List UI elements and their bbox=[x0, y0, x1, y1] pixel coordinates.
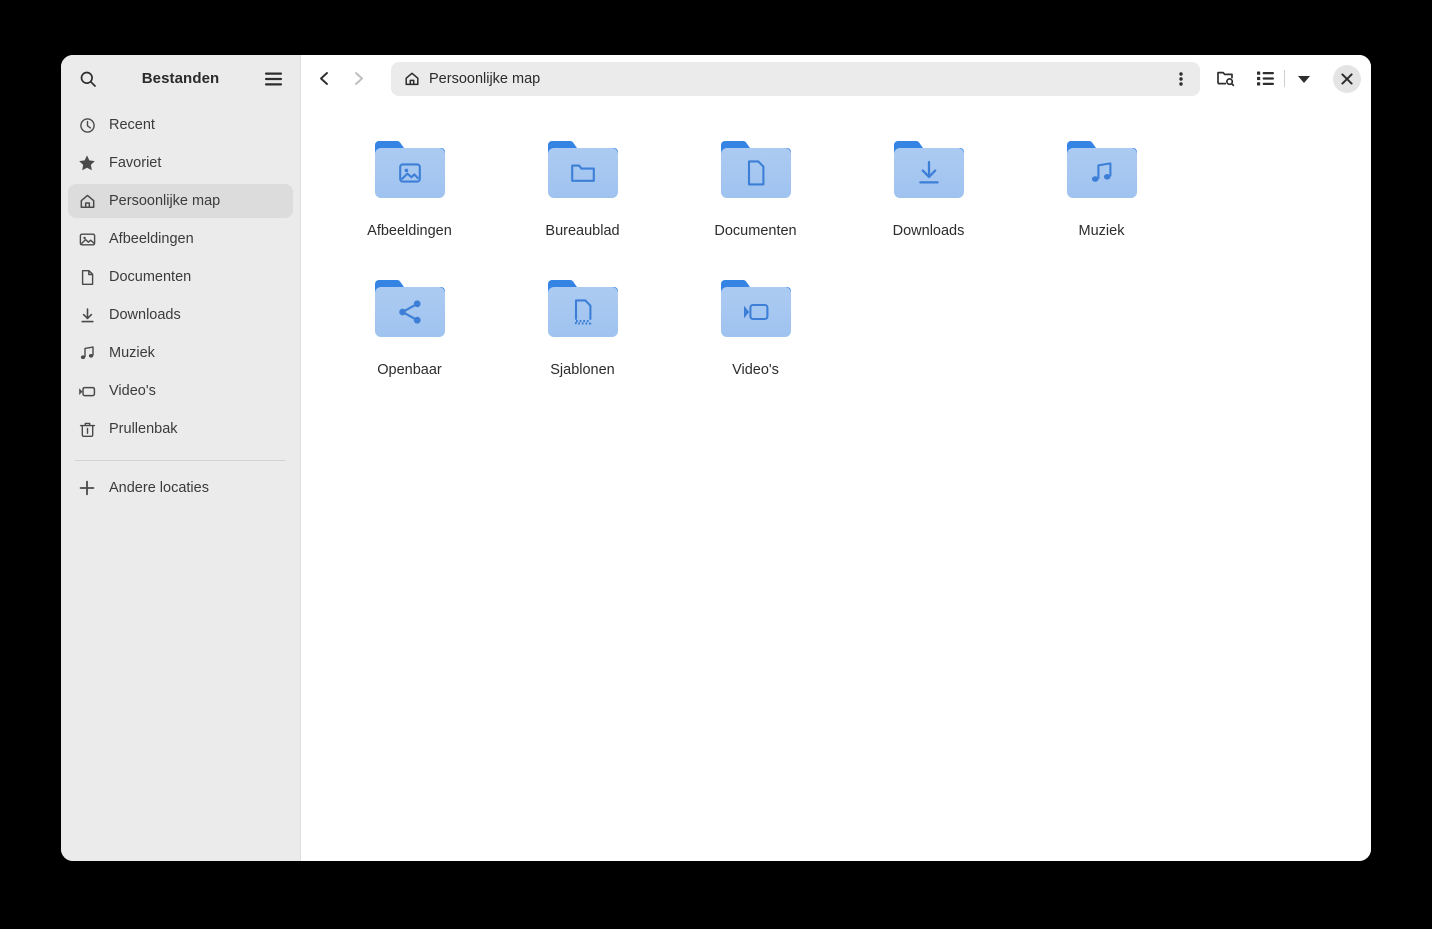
sidebar-item-label: Video's bbox=[109, 383, 156, 399]
folder-icon bbox=[369, 128, 451, 210]
hamburger-menu-button[interactable] bbox=[256, 62, 290, 96]
sidebar-item-label: Documenten bbox=[109, 269, 192, 285]
back-button[interactable] bbox=[307, 62, 341, 96]
search-button[interactable] bbox=[71, 62, 105, 96]
folder-icon bbox=[715, 267, 797, 349]
file-item[interactable]: Openbaar bbox=[323, 259, 496, 398]
file-item[interactable]: Muziek bbox=[1015, 120, 1188, 259]
sidebar-item-documenten[interactable]: Documenten bbox=[68, 260, 293, 294]
download-icon bbox=[78, 306, 96, 324]
document-icon bbox=[78, 268, 96, 286]
file-name-label: Sjablonen bbox=[550, 362, 615, 378]
sidebar-item-persoonlijke-map[interactable]: Persoonlijke map bbox=[68, 184, 293, 218]
folder-icon bbox=[369, 267, 451, 349]
main-area: Persoonlijke map Afbeeldingen Bureaublad… bbox=[301, 55, 1371, 861]
sidebar-divider bbox=[75, 460, 286, 461]
sidebar-item-label: Favoriet bbox=[109, 155, 162, 171]
image-icon bbox=[78, 230, 96, 248]
three-dots-vertical-icon[interactable] bbox=[1166, 65, 1196, 93]
toolbar: Persoonlijke map bbox=[301, 55, 1371, 102]
file-item[interactable]: Downloads bbox=[842, 120, 1015, 259]
video-icon bbox=[78, 382, 96, 400]
sidebar-item-afbeeldingen[interactable]: Afbeeldingen bbox=[68, 222, 293, 256]
sidebar-other-locations-list: Andere locaties bbox=[61, 471, 300, 509]
folder-icon bbox=[542, 128, 624, 210]
sidebar-item-label: Prullenbak bbox=[109, 421, 178, 437]
file-name-label: Documenten bbox=[714, 223, 797, 239]
file-name-label: Video's bbox=[732, 362, 779, 378]
sidebar-item-label: Muziek bbox=[109, 345, 155, 361]
file-item[interactable]: Sjablonen bbox=[496, 259, 669, 398]
list-view-button[interactable] bbox=[1248, 62, 1282, 96]
sidebar-item-label: Afbeeldingen bbox=[109, 231, 194, 247]
file-manager-window: Bestanden Recent Favoriet Persoonlijke map… bbox=[61, 55, 1371, 861]
file-name-label: Muziek bbox=[1078, 223, 1125, 239]
home-icon bbox=[403, 70, 420, 87]
sidebar-item-recent[interactable]: Recent bbox=[68, 108, 293, 142]
sidebar-item-list: Recent Favoriet Persoonlijke map Afbeelding… bbox=[61, 102, 300, 450]
sidebar-item-prullenbak[interactable]: Prullenbak bbox=[68, 412, 293, 446]
file-item[interactable]: Documenten bbox=[669, 120, 842, 259]
home-icon bbox=[78, 192, 96, 210]
forward-button[interactable] bbox=[341, 62, 375, 96]
file-name-label: Downloads bbox=[892, 223, 965, 239]
clock-icon bbox=[78, 116, 96, 134]
folder-search-button[interactable] bbox=[1208, 62, 1242, 96]
sidebar-item-label: Persoonlijke map bbox=[109, 193, 221, 209]
folder-icon bbox=[542, 267, 624, 349]
folder-icon bbox=[888, 128, 970, 210]
path-bar[interactable]: Persoonlijke map bbox=[391, 61, 1200, 96]
app-title: Bestanden bbox=[141, 70, 220, 87]
view-mode-group bbox=[1248, 62, 1321, 96]
sidebar: Bestanden Recent Favoriet Persoonlijke map… bbox=[61, 55, 301, 861]
star-icon bbox=[78, 154, 96, 172]
path-label: Persoonlijke map bbox=[429, 70, 541, 87]
file-name-label: Openbaar bbox=[377, 362, 442, 378]
sidebar-item-muziek[interactable]: Muziek bbox=[68, 336, 293, 370]
sidebar-item-other-locations[interactable]: Andere locaties bbox=[68, 471, 293, 505]
sidebar-item-label: Recent bbox=[109, 117, 155, 133]
plus-icon bbox=[78, 479, 96, 497]
view-options-dropdown-button[interactable] bbox=[1287, 62, 1321, 96]
folder-icon bbox=[1061, 128, 1143, 210]
file-grid: Afbeeldingen Bureaublad Documenten Download… bbox=[301, 102, 1371, 861]
toolbar-divider bbox=[1284, 70, 1285, 87]
folder-icon bbox=[715, 128, 797, 210]
music-icon bbox=[78, 344, 96, 362]
file-name-label: Bureaublad bbox=[545, 223, 620, 239]
sidebar-item-label: Downloads bbox=[109, 307, 181, 323]
sidebar-header: Bestanden bbox=[61, 55, 300, 102]
trash-icon bbox=[78, 420, 96, 438]
close-button[interactable] bbox=[1333, 64, 1361, 93]
sidebar-item-favoriet[interactable]: Favoriet bbox=[68, 146, 293, 180]
sidebar-item-label: Andere locaties bbox=[109, 480, 209, 496]
sidebar-item-video-s[interactable]: Video's bbox=[68, 374, 293, 408]
sidebar-item-downloads[interactable]: Downloads bbox=[68, 298, 293, 332]
file-item[interactable]: Bureaublad bbox=[496, 120, 669, 259]
file-name-label: Afbeeldingen bbox=[367, 223, 452, 239]
file-item[interactable]: Video's bbox=[669, 259, 842, 398]
file-item[interactable]: Afbeeldingen bbox=[323, 120, 496, 259]
